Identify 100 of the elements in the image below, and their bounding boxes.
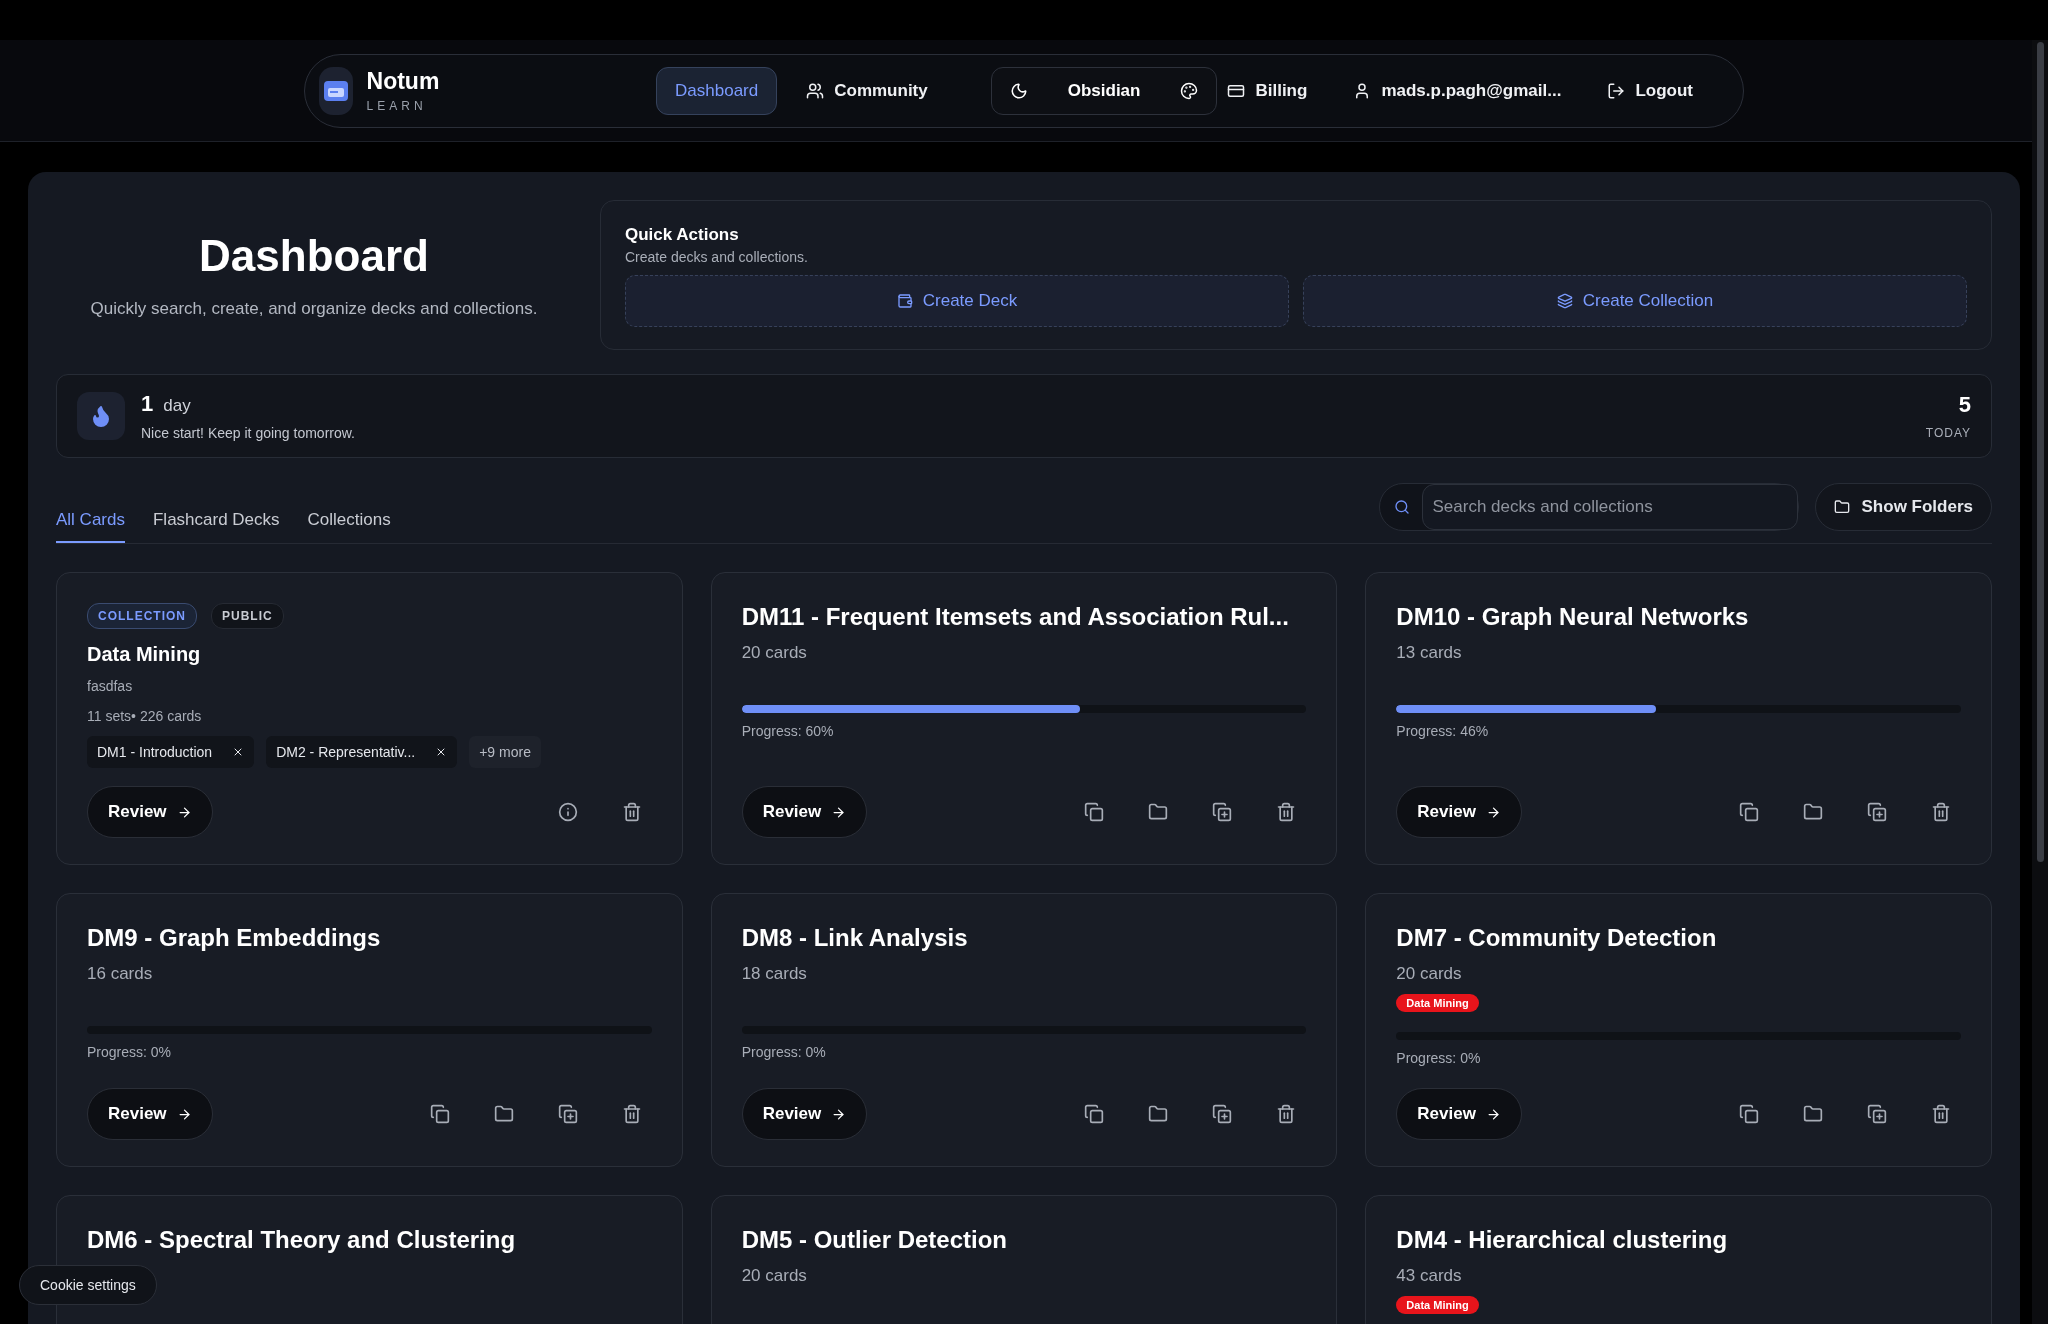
arrow-icon	[1485, 1106, 1501, 1122]
add-button[interactable]	[1212, 1104, 1233, 1124]
billing-link[interactable]: Billing	[1217, 80, 1318, 101]
review-button[interactable]: Review	[741, 786, 868, 838]
review-button[interactable]: Review	[87, 786, 213, 838]
progress-label: Progress: 46%	[1396, 723, 1490, 739]
delete-button[interactable]	[1931, 1104, 1951, 1124]
deck-tag: Data Mining	[1396, 1296, 1479, 1314]
user-link[interactable]: mads.p.pagh@gmail...	[1343, 80, 1572, 101]
progress-label: Progress: 0%	[1396, 1050, 1482, 1066]
arrow-icon	[1485, 804, 1501, 820]
palette-icon	[1180, 81, 1199, 100]
copy-icon	[429, 1104, 450, 1124]
add-button[interactable]	[1867, 1104, 1887, 1124]
trash-icon	[1931, 1104, 1951, 1124]
streak-count: 1	[141, 391, 154, 417]
review-button[interactable]: Review	[87, 1088, 213, 1140]
deck-title: DM5 - Outlier Detection	[741, 1226, 1008, 1254]
card-count: 20 cards	[741, 1266, 808, 1286]
card-count: 16 cards	[87, 964, 154, 984]
streak-unit: day	[163, 396, 191, 416]
copy-plus-icon	[1212, 1104, 1233, 1124]
card-count: 18 cards	[741, 964, 808, 984]
delete-button[interactable]	[1276, 802, 1297, 822]
folder-button[interactable]	[1148, 1104, 1169, 1124]
copy-icon	[1739, 1104, 1759, 1124]
logout-link[interactable]: Logout	[1597, 80, 1703, 101]
card-count: 20 cards	[1396, 964, 1463, 984]
add-button[interactable]	[557, 1104, 578, 1124]
delete-button[interactable]	[1276, 1104, 1297, 1124]
add-button[interactable]	[1212, 802, 1233, 822]
duplicate-button[interactable]	[1084, 802, 1105, 822]
trash-icon	[1276, 802, 1297, 822]
progress-label: Progress: 0%	[741, 1044, 827, 1060]
delete-button[interactable]	[621, 802, 642, 822]
users-icon	[806, 81, 825, 100]
copy-plus-icon	[557, 1104, 578, 1124]
more-chip[interactable]: +9 more	[469, 736, 541, 768]
theme-selector[interactable]: Obsidian	[990, 66, 1218, 115]
review-button[interactable]: Review	[1396, 1088, 1522, 1140]
progress-label: Progress: 0%	[87, 1044, 173, 1060]
review-button[interactable]: Review	[1396, 786, 1522, 838]
deck-title: DM9 - Graph Embeddings	[87, 924, 382, 952]
badge: COLLECTION	[87, 603, 197, 629]
chip-label: DM2 - Representativ...	[276, 744, 416, 760]
card-count: 13 cards	[1396, 643, 1463, 663]
badge: PUBLIC	[211, 603, 284, 629]
show-folders-button[interactable]: Show Folders	[1814, 482, 1992, 531]
section-title: Quick Actions	[625, 225, 740, 245]
folder-icon	[1148, 1104, 1169, 1124]
folder-button[interactable]	[493, 1104, 514, 1124]
page-subtitle: Quickly search, create, and organize decks and collections.	[90, 299, 538, 319]
folder-icon	[493, 1104, 514, 1124]
arrow-icon	[831, 1106, 847, 1122]
page-title: Dashboard	[199, 231, 429, 281]
deck-title: DM11 - Frequent Itemsets and Association Rul...	[741, 603, 1290, 631]
tab[interactable]: Collections	[307, 470, 391, 543]
deck-chip[interactable]: DM2 - Representativ...	[266, 736, 458, 768]
folder-button[interactable]	[1148, 802, 1169, 822]
layers-icon	[1556, 293, 1573, 309]
card-count: 20 cards	[741, 643, 808, 663]
duplicate-button[interactable]	[429, 1104, 450, 1124]
copy-icon	[1084, 1104, 1105, 1124]
streak-message: Nice start! Keep it going tomorrow.	[141, 425, 356, 441]
tab[interactable]: Flashcard Decks	[152, 470, 280, 543]
trash-icon	[621, 1104, 642, 1124]
nav-tab[interactable]: Dashboard	[656, 66, 778, 115]
folder-button[interactable]	[1803, 802, 1823, 822]
add-button[interactable]	[1867, 802, 1887, 822]
nav-tab[interactable]: Community	[787, 66, 947, 115]
section-subtitle: Create decks and collections.	[625, 249, 809, 265]
collection-meta: 11 sets• 226 cards	[87, 708, 203, 724]
cookie-settings-button[interactable]: Cookie settings	[19, 1265, 157, 1305]
duplicate-button[interactable]	[1739, 1104, 1759, 1124]
delete-button[interactable]	[621, 1104, 642, 1124]
card-count: 43 cards	[1396, 1266, 1463, 1286]
deck-chip[interactable]: DM1 - Introduction	[87, 736, 255, 768]
info-button[interactable]	[557, 802, 578, 822]
tab[interactable]: All Cards	[56, 470, 125, 543]
folder-button[interactable]	[1803, 1104, 1823, 1124]
arrow-icon	[831, 804, 847, 820]
create-deck-button[interactable]: Create Deck	[625, 275, 1289, 327]
folder-icon	[1148, 802, 1169, 822]
moon-icon	[1009, 81, 1028, 100]
review-button[interactable]: Review	[741, 1088, 868, 1140]
today-count: 5	[1958, 392, 1971, 418]
copy-icon	[1739, 802, 1759, 822]
deck-title: DM7 - Community Detection	[1396, 924, 1718, 952]
deck-title: DM10 - Graph Neural Networks	[1396, 603, 1750, 631]
chip-label: DM1 - Introduction	[97, 744, 213, 760]
copy-plus-icon	[1867, 1104, 1887, 1124]
scrollbar-thumb[interactable]	[2036, 42, 2044, 862]
collection-description: fasdfas	[87, 678, 134, 694]
duplicate-button[interactable]	[1084, 1104, 1105, 1124]
duplicate-button[interactable]	[1739, 802, 1759, 822]
delete-button[interactable]	[1931, 802, 1951, 822]
create-collection-button[interactable]: Create Collection	[1303, 275, 1967, 327]
brand-subtitle: LEARN	[366, 99, 428, 113]
folder-icon	[1803, 1104, 1823, 1124]
copy-icon	[1084, 802, 1105, 822]
